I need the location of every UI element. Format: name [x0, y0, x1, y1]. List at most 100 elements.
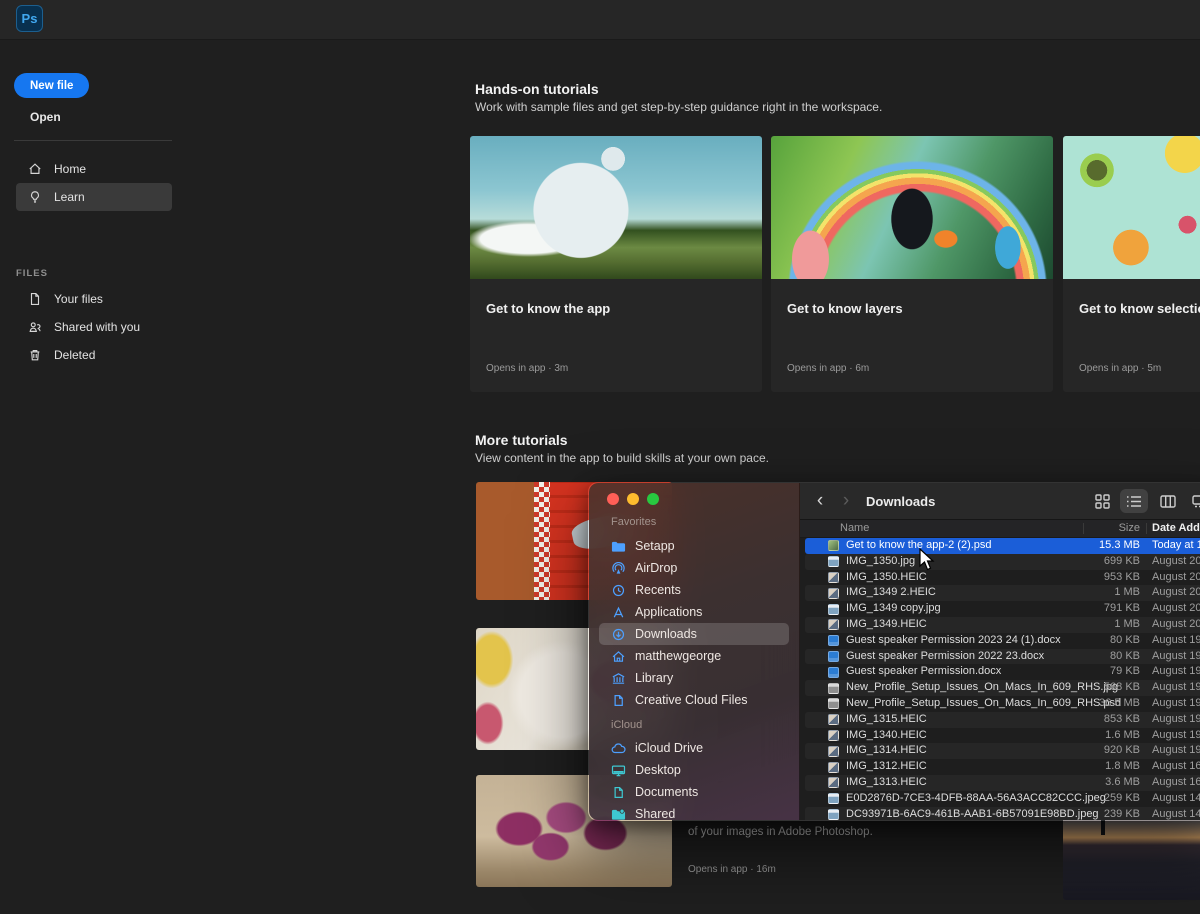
sidebar-item-your-files[interactable]: Your files — [16, 285, 172, 313]
finder-sidebar-item-shared[interactable]: Shared — [599, 803, 789, 821]
tutorial-meta: Opens in app · 16m — [688, 864, 776, 875]
finder-sidebar-item-icloud-drive[interactable]: iCloud Drive — [599, 737, 789, 759]
finder-sidebar-item-label: Desktop — [635, 763, 681, 777]
file-row[interactable]: Guest speaker Permission 2022 23.docx80 … — [805, 649, 1200, 665]
column-separator[interactable] — [1083, 523, 1084, 534]
file-row[interactable]: IMG_1314.HEIC920 KBAugust 19, — [805, 743, 1200, 759]
file-row[interactable]: IMG_1349 copy.jpg791 KBAugust 20, — [805, 601, 1200, 617]
file-size: 920 KB — [1020, 743, 1140, 759]
file-size: 259 KB — [1020, 791, 1140, 807]
finder-sidebar-item-recents[interactable]: Recents — [599, 579, 789, 601]
file-row[interactable]: New_Profile_Setup_Issues_On_Macs_In_609_… — [805, 680, 1200, 696]
hands-on-title: Hands-on tutorials — [475, 81, 599, 97]
home-icon — [28, 162, 42, 176]
docx-file-icon — [828, 651, 839, 662]
tutorial-card-get-to-know-selections[interactable]: Get to know selections Opens in app · 5m — [1063, 136, 1200, 392]
tutorial-card-get-to-know-the-app[interactable]: Get to know the app Opens in app · 3m — [470, 136, 762, 392]
file-date-added: August 19, — [1152, 664, 1200, 680]
psd-file-icon — [828, 540, 839, 551]
forward-button[interactable]: › — [836, 491, 856, 511]
tutorial-art-tropical-birds — [771, 136, 1053, 279]
file-row[interactable]: Get to know the app-2 (2).psd15.3 MBToda… — [805, 538, 1200, 554]
file-row[interactable]: IMG_1340.HEIC1.6 MBAugust 19, — [805, 728, 1200, 744]
sidebar-divider — [14, 140, 172, 141]
zoom-window-button[interactable] — [647, 493, 659, 505]
column-separator[interactable] — [1146, 523, 1147, 534]
file-row[interactable]: DC93971B-6AC9-461B-AAB1-6B57091E98BD.jpe… — [805, 807, 1200, 820]
file-size: 79 KB — [1020, 664, 1140, 680]
grid-view-icon[interactable] — [1088, 489, 1116, 513]
tutorial-card-get-to-know-layers[interactable]: Get to know layers Opens in app · 6m — [771, 136, 1053, 392]
file-row[interactable]: IMG_1350.HEIC953 KBAugust 20, — [805, 570, 1200, 586]
file-size: 1.6 MB — [1020, 728, 1140, 744]
file-date-added: August 19, — [1152, 728, 1200, 744]
heic-file-icon — [828, 746, 839, 757]
file-row[interactable]: IMG_1312.HEIC1.8 MBAugust 16, — [805, 759, 1200, 775]
file-size: 853 KB — [1020, 712, 1140, 728]
ps-sidebar: New file Open Home Learn FILES Your file… — [0, 41, 180, 914]
finder-sidebar-item-label: AirDrop — [635, 561, 677, 575]
file-date-added: August 19, — [1152, 649, 1200, 665]
finder-sidebar-item-library[interactable]: Library — [599, 667, 789, 689]
tutorial-card-meta: Opens in app · 5m — [1079, 363, 1161, 374]
column-header-size[interactable]: Size — [1020, 522, 1140, 534]
file-date-added: August 14, — [1152, 807, 1200, 820]
finder-sidebar-item-label: Recents — [635, 583, 681, 597]
finder-sidebar-item-matthewgeorge[interactable]: matthewgeorge — [599, 645, 789, 667]
finder-sidebar-item-applications[interactable]: Applications — [599, 601, 789, 623]
finder-sidebar-item-creative-cloud-files[interactable]: Creative Cloud Files — [599, 689, 789, 711]
sidebar-item-label: Deleted — [54, 348, 95, 362]
finder-sidebar-item-label: Documents — [635, 785, 698, 799]
open-button[interactable]: Open — [30, 110, 61, 124]
finder-sidebar-item-documents[interactable]: Documents — [599, 781, 789, 803]
file-size: 953 KB — [1020, 570, 1140, 586]
sidebar-item-shared-with-you[interactable]: Shared with you — [16, 313, 172, 341]
finder-sidebar-item-label: Shared — [635, 807, 675, 821]
column-header-date-added[interactable]: Date Added — [1152, 522, 1200, 534]
file-row[interactable]: IMG_1349 2.HEIC1 MBAugust 20, — [805, 585, 1200, 601]
file-date-added: August 20, — [1152, 617, 1200, 633]
file-size: 1 MB — [1020, 585, 1140, 601]
ps-topbar: Ps — [0, 0, 1200, 40]
file-row[interactable]: New_Profile_Setup_Issues_On_Macs_In_609_… — [805, 696, 1200, 712]
file-row[interactable]: IMG_1349.HEIC1 MBAugust 20, — [805, 617, 1200, 633]
sidebar-item-home[interactable]: Home — [16, 155, 172, 183]
window-controls — [607, 493, 659, 505]
gallery-view-icon[interactable] — [1186, 489, 1200, 513]
list-view-icon[interactable] — [1120, 489, 1148, 513]
file-row[interactable]: E0D2876D-7CE3-4DFB-88AA-56A3ACC82CCC.jpe… — [805, 791, 1200, 807]
tutorial-art-giraffes — [470, 136, 762, 279]
tutorial-card-meta: Opens in app · 6m — [787, 363, 869, 374]
tutorial-description-fragment: of your images in Adobe Photoshop. — [688, 826, 873, 838]
sidebar-item-deleted[interactable]: Deleted — [16, 341, 172, 369]
finder-window: Favorites SetappAirDropRecentsApplicatio… — [588, 482, 1200, 821]
new-file-button[interactable]: New file — [14, 73, 89, 98]
screen: Ps New file Open Home Learn FILES Your f… — [0, 0, 1200, 914]
finder-sidebar-item-desktop[interactable]: Desktop — [599, 759, 789, 781]
back-button[interactable]: ‹ — [810, 491, 830, 511]
column-view-icon[interactable] — [1154, 489, 1182, 513]
minimize-window-button[interactable] — [627, 493, 639, 505]
file-date-added: August 19, — [1152, 696, 1200, 712]
sidebar-item-learn[interactable]: Learn — [16, 183, 172, 211]
finder-sidebar-item-downloads[interactable]: Downloads — [599, 623, 789, 645]
file-row[interactable]: Guest speaker Permission 2023 24 (1).doc… — [805, 633, 1200, 649]
file-date-added: Today at 10 — [1152, 538, 1200, 554]
file-row[interactable]: IMG_1350.jpg699 KBAugust 20, — [805, 554, 1200, 570]
column-header-name[interactable]: Name — [840, 522, 869, 534]
finder-sidebar-item-label: iCloud Drive — [635, 741, 703, 755]
file-row[interactable]: IMG_1315.HEIC853 KBAugust 19, — [805, 712, 1200, 728]
finder-sidebar-item-airdrop[interactable]: AirDrop — [599, 557, 789, 579]
file-row[interactable]: Guest speaker Permission.docx79 KBAugust… — [805, 664, 1200, 680]
file-size: 80 KB — [1020, 649, 1140, 665]
finder-sidebar-item-setapp[interactable]: Setapp — [599, 535, 789, 557]
close-window-button[interactable] — [607, 493, 619, 505]
jpg-file-icon — [828, 604, 839, 615]
file-row[interactable]: IMG_1313.HEIC3.6 MBAugust 16, — [805, 775, 1200, 791]
file-date-added: August 19, — [1152, 633, 1200, 649]
download-icon — [611, 628, 626, 641]
tutorial-art-fruit-pattern — [1063, 136, 1200, 279]
finder-sidebar-item-label: Setapp — [635, 539, 675, 553]
tutorial-card-title: Get to know the app — [486, 301, 746, 316]
clock-icon — [611, 584, 626, 597]
